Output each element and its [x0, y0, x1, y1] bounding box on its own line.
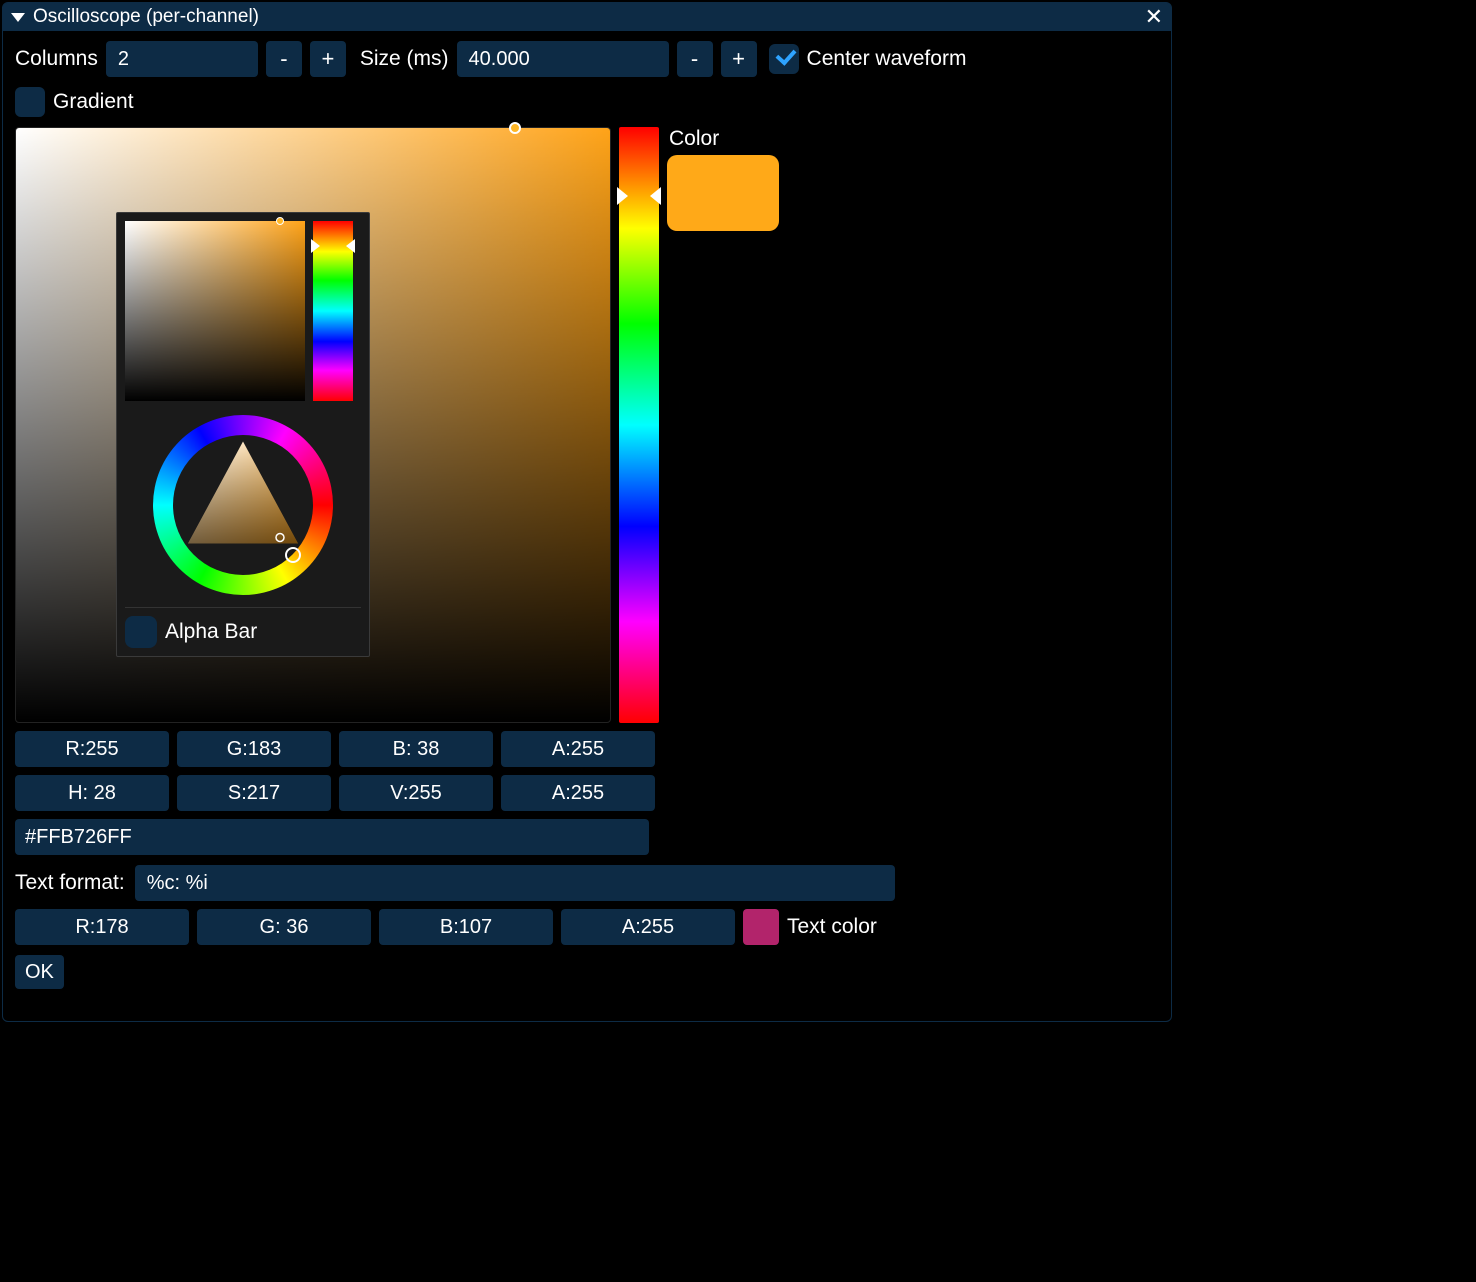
text-format-input[interactable]: %c: %i — [135, 865, 895, 901]
center-waveform-label: Center waveform — [807, 47, 967, 71]
v-input[interactable]: V:255 — [339, 775, 493, 811]
size-plus-button[interactable]: + — [721, 41, 757, 77]
top-controls-row: Columns 2 - + Size (ms) 40.000 - + Cente… — [15, 41, 1159, 77]
inset-sv-field[interactable] — [125, 221, 305, 401]
inset-sv-indicator[interactable] — [276, 217, 284, 225]
gradient-row: Gradient — [15, 87, 1159, 117]
alpha-bar-checkbox[interactable] — [125, 616, 157, 648]
sv-field[interactable]: Alpha Bar — [15, 127, 611, 723]
alpha-bar-label: Alpha Bar — [165, 620, 257, 644]
size-minus-button[interactable]: - — [677, 41, 713, 77]
text-format-row: Text format: %c: %i — [15, 865, 1159, 901]
hue-arrow-right-icon — [650, 187, 661, 205]
size-input[interactable]: 40.000 — [457, 41, 669, 77]
color-picker-area: Alpha Bar Color — [15, 127, 1159, 723]
columns-minus-button[interactable]: - — [266, 41, 302, 77]
gradient-checkbox[interactable] — [15, 87, 45, 117]
hue-arrow-left-icon — [617, 187, 628, 205]
collapse-triangle-icon[interactable] — [11, 13, 25, 22]
window-title: Oscilloscope (per-channel) — [33, 6, 259, 28]
hue-bar[interactable] — [619, 127, 659, 723]
ok-button[interactable]: OK — [15, 955, 64, 989]
hue-wheel[interactable] — [153, 415, 333, 595]
text-r-input[interactable]: R:178 — [15, 909, 189, 945]
text-a-input[interactable]: A:255 — [561, 909, 735, 945]
inset-hue-arrow-right-icon — [346, 239, 355, 253]
sv-indicator[interactable] — [509, 122, 521, 134]
oscilloscope-settings-window: Oscilloscope (per-channel) ✕ Columns 2 -… — [2, 2, 1172, 1022]
columns-plus-button[interactable]: + — [310, 41, 346, 77]
hex-row: #FFB726FF — [15, 819, 1159, 855]
text-color-swatch[interactable] — [743, 909, 779, 945]
inset-hue-bar[interactable] — [313, 221, 353, 401]
hsva-row: H: 28 S:217 V:255 A:255 — [15, 775, 1159, 811]
hex-input[interactable]: #FFB726FF — [15, 819, 649, 855]
close-icon[interactable]: ✕ — [1145, 7, 1163, 27]
color-label: Color — [669, 127, 779, 151]
text-color-label: Text color — [787, 915, 877, 939]
columns-label: Columns — [15, 47, 98, 71]
s-input[interactable]: S:217 — [177, 775, 331, 811]
check-icon — [773, 48, 795, 70]
b-input[interactable]: B: 38 — [339, 731, 493, 767]
text-color-row: R:178 G: 36 B:107 A:255 Text color — [15, 909, 1159, 945]
text-g-input[interactable]: G: 36 — [197, 909, 371, 945]
inset-color-picker-panel: Alpha Bar — [116, 212, 370, 657]
inset-hue-arrow-left-icon — [311, 239, 320, 253]
color-swatch[interactable] — [667, 155, 779, 231]
text-b-input[interactable]: B:107 — [379, 909, 553, 945]
center-waveform-checkbox[interactable] — [769, 44, 799, 74]
gradient-label: Gradient — [53, 90, 134, 114]
text-format-label: Text format: — [15, 871, 125, 895]
a-input[interactable]: A:255 — [501, 731, 655, 767]
rgba-row: R:255 G:183 B: 38 A:255 — [15, 731, 1159, 767]
columns-input[interactable]: 2 — [106, 41, 258, 77]
hsv-a-input[interactable]: A:255 — [501, 775, 655, 811]
sv-triangle[interactable] — [178, 434, 308, 564]
size-label: Size (ms) — [360, 47, 449, 71]
h-input[interactable]: H: 28 — [15, 775, 169, 811]
titlebar[interactable]: Oscilloscope (per-channel) ✕ — [3, 3, 1171, 31]
r-input[interactable]: R:255 — [15, 731, 169, 767]
hue-wheel-indicator[interactable] — [285, 547, 301, 563]
g-input[interactable]: G:183 — [177, 731, 331, 767]
